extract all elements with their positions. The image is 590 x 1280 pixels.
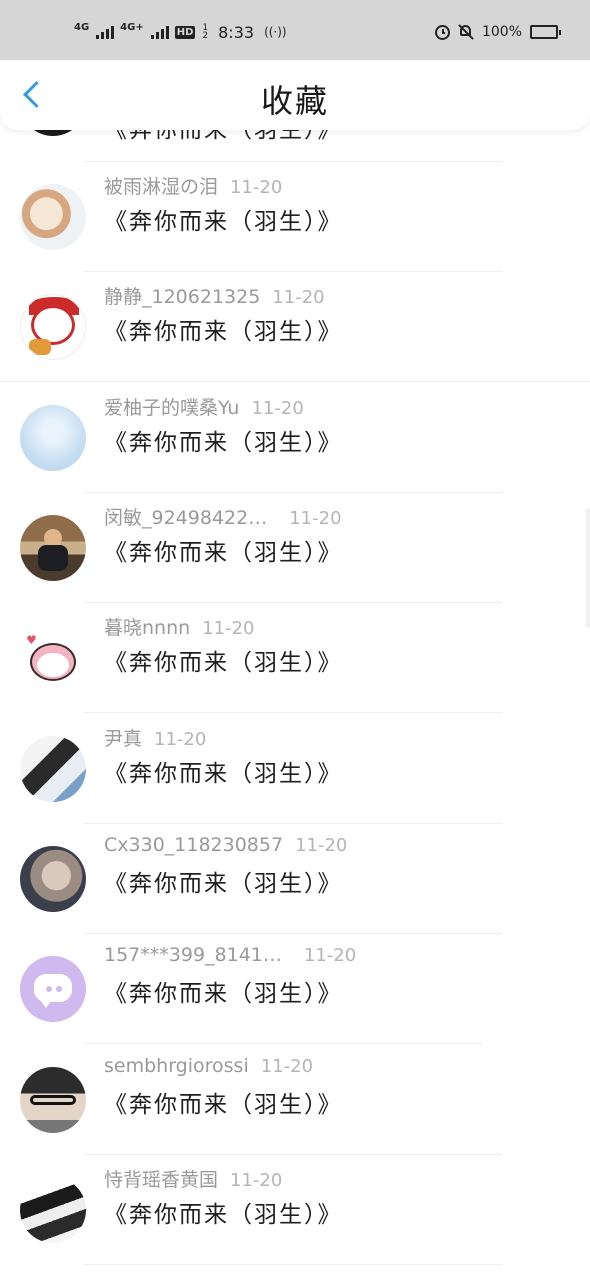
date: 11-20 [289, 508, 342, 529]
user-name-line: 静静_120621325 11-20 [104, 282, 325, 309]
user-name-line: Cx330_118230857 11-20 [104, 834, 347, 856]
date: 11-20 [230, 177, 283, 198]
list-item[interactable]: ♥ 暮晓nnnn 11-20 《奔你而来（羽生）》 [0, 603, 590, 713]
user-name-line: 闵敏_92498422… 11-20 [104, 503, 342, 530]
signal-icon-2 [150, 25, 169, 39]
status-bar: 4G 4G+ HD 1 2 8:33 ((·)) 100% [0, 0, 590, 60]
work-title: 《奔你而来（羽生）》 [104, 1202, 343, 1228]
status-left: 4G 4G+ HD 1 2 8:33 ((·)) [74, 20, 287, 44]
divider [84, 1043, 482, 1044]
avatar[interactable] [20, 956, 86, 1022]
user-name-line: 157***399_8141… 11-20 [104, 944, 356, 966]
user-name: 闵敏_92498422… [104, 507, 268, 529]
work-title: 《奔你而来（羽生）》 [104, 319, 343, 345]
user-name-line: 尹真 11-20 [104, 724, 206, 751]
user-name: 爱柚子的噗桑Yu [104, 397, 240, 419]
work-title: 《奔你而来（羽生）》 [104, 430, 343, 456]
hd-numbers: 1 2 [202, 24, 209, 41]
date: 11-20 [272, 287, 325, 308]
user-name: 暮晓nnnn [104, 617, 191, 639]
user-name: 157***399_8141… [104, 944, 282, 966]
date: 11-20 [260, 1056, 314, 1077]
vibrate-icon: ((·)) [264, 25, 287, 39]
avatar[interactable] [20, 1177, 86, 1243]
list-item[interactable]: 爱柚子的噗桑Yu 11-20 《奔你而来（羽生）》 [0, 383, 590, 493]
avatar[interactable] [20, 515, 86, 581]
favorites-list: 《奔你而来（羽生）》 被雨淋湿の泪 11-20 《奔你而来（羽生）》 静静_120… [0, 0, 590, 1280]
hd-number-2: 2 [202, 31, 209, 41]
work-title: 《奔你而来（羽生）》 [104, 650, 343, 676]
list-item[interactable]: 157***399_8141… 11-20 《奔你而来（羽生）》 [0, 934, 590, 1044]
user-name: 恃背瑶香黄国 [104, 1169, 219, 1191]
list-item[interactable]: sembhrgiorossi 11-20 《奔你而来（羽生）》 [0, 1045, 590, 1155]
list-item[interactable]: Cx330_118230857 11-20 《奔你而来（羽生）》 [0, 824, 590, 934]
divider [84, 1264, 502, 1265]
network-type-1: 4G [74, 22, 90, 33]
work-title: 《奔你而来（羽生）》 [104, 540, 343, 566]
list-item[interactable]: 尹真 11-20 《奔你而来（羽生）》 [0, 714, 590, 824]
user-name: 静静_120621325 [104, 286, 261, 308]
user-name: 尹真 [104, 728, 143, 750]
network-type-2: 4G+ [120, 22, 144, 33]
user-name: sembhrgiorossi [104, 1055, 249, 1077]
work-title: 《奔你而来（羽生）》 [104, 761, 343, 787]
date: 11-20 [303, 945, 357, 966]
work-title: 《奔你而来（羽生）》 [104, 1092, 343, 1118]
user-name-line: sembhrgiorossi 11-20 [104, 1055, 313, 1077]
user-name: 被雨淋湿の泪 [104, 176, 219, 198]
scrollbar[interactable] [586, 508, 590, 628]
user-name-line: 爱柚子的噗桑Yu 11-20 [104, 393, 304, 420]
avatar[interactable] [20, 405, 86, 471]
app-header: 收藏 [0, 56, 590, 130]
work-title: 《奔你而来（羽生）》 [104, 209, 343, 235]
list-item[interactable]: 恃背瑶香黄国 11-20 《奔你而来（羽生）》 [0, 1155, 590, 1265]
work-title: 《奔你而来（羽生）》 [104, 981, 343, 1007]
date: 11-20 [230, 1170, 283, 1191]
user-name-line: 暮晓nnnn 11-20 [104, 613, 254, 640]
date: 11-20 [295, 835, 348, 856]
divider [84, 712, 502, 713]
user-name-line: 恃背瑶香黄国 11-20 [104, 1165, 282, 1192]
avatar[interactable] [20, 846, 86, 912]
avatar[interactable] [20, 294, 86, 360]
mute-bell-icon [458, 24, 474, 40]
date: 11-20 [202, 618, 255, 639]
divider [0, 381, 590, 382]
date: 11-20 [251, 398, 304, 419]
page-title: 收藏 [260, 82, 329, 120]
date: 11-20 [154, 729, 207, 750]
list-item[interactable]: 被雨淋湿の泪 11-20 《奔你而来（羽生）》 [0, 162, 590, 272]
avatar[interactable] [20, 184, 86, 250]
user-name-line: 被雨淋湿の泪 11-20 [104, 172, 282, 199]
status-right: 100% [434, 20, 561, 44]
battery-icon [530, 25, 561, 39]
avatar[interactable]: ♥ [20, 625, 86, 691]
signal-icon-1 [96, 25, 115, 39]
work-title: 《奔你而来（羽生）》 [104, 871, 343, 897]
list-item[interactable]: 闵敏_92498422… 11-20 《奔你而来（羽生）》 [0, 493, 590, 603]
battery-percent: 100% [481, 24, 522, 40]
user-name: Cx330_118230857 [104, 834, 284, 856]
clock: 8:33 [218, 22, 255, 42]
list-item[interactable]: 静静_120621325 11-20 《奔你而来（羽生）》 [0, 272, 590, 382]
avatar[interactable] [20, 1067, 86, 1133]
avatar[interactable] [20, 736, 86, 802]
hd-badge: HD [174, 25, 196, 39]
alarm-icon [434, 24, 450, 40]
